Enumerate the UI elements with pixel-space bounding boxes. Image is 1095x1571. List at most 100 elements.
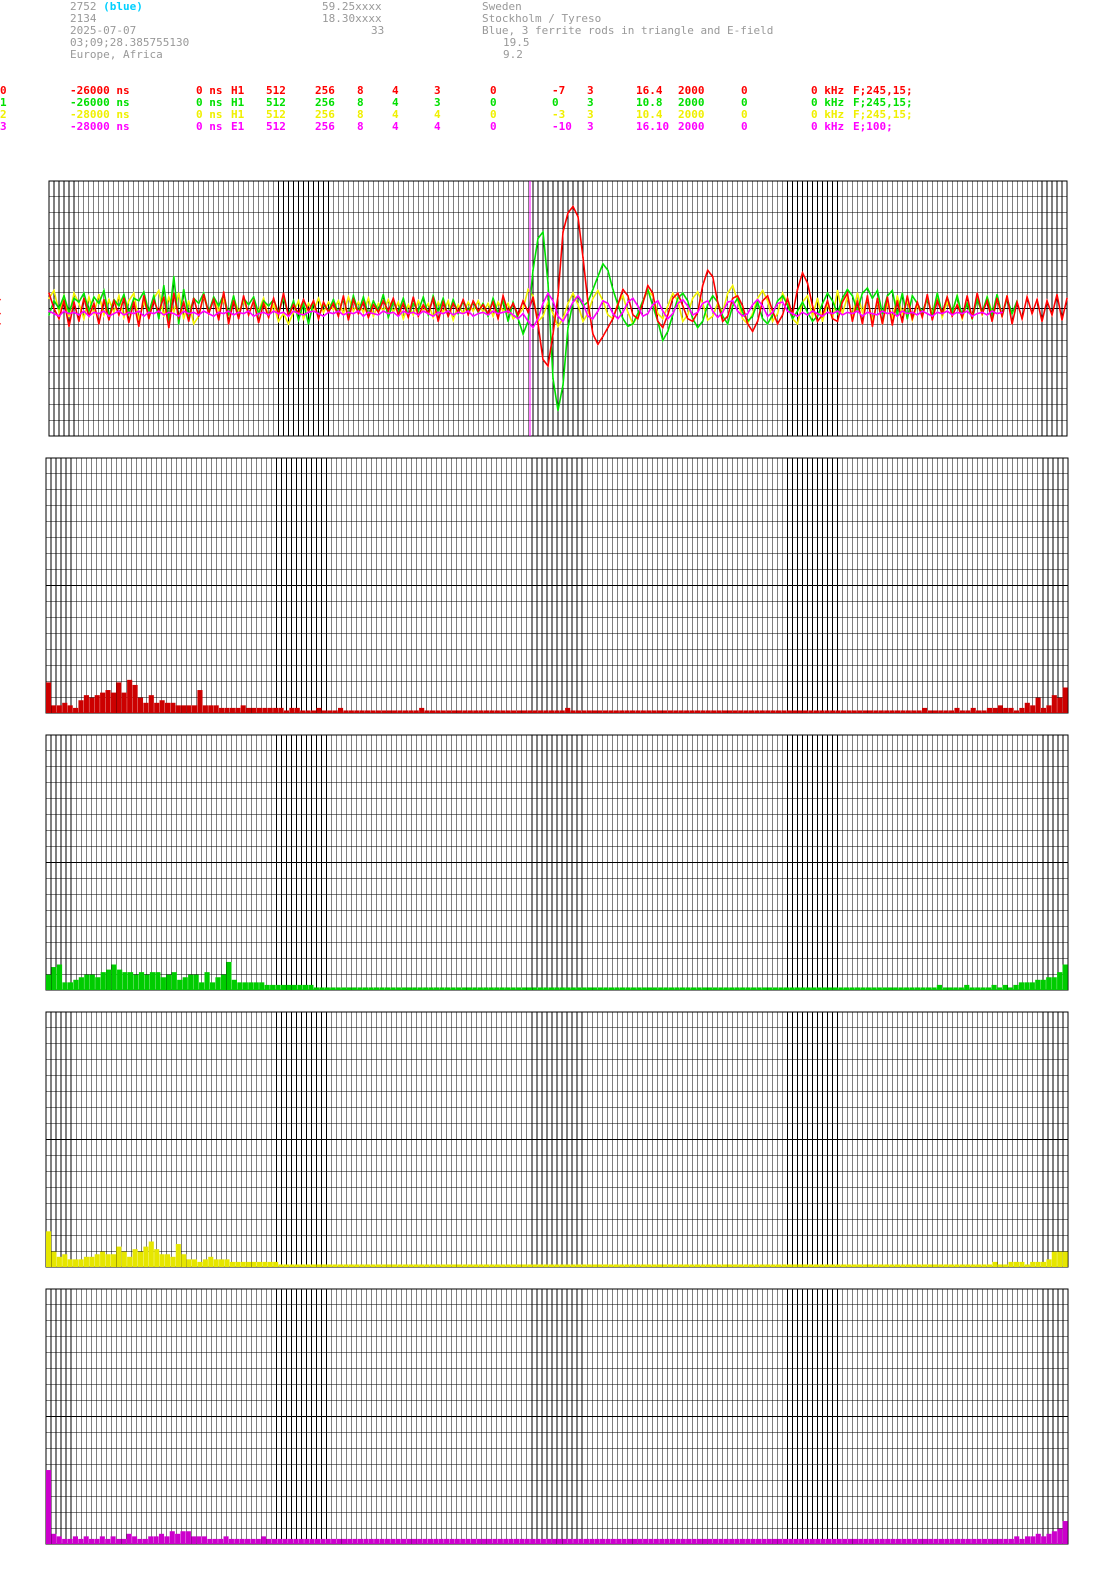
spectrum-bar [772, 1538, 778, 1544]
spectrum-bar [1007, 987, 1014, 990]
spectrum-bar [573, 1538, 579, 1544]
spectrum-bar [1051, 1531, 1057, 1544]
spectrum-bar [718, 1538, 724, 1544]
series-point [627, 295, 629, 297]
series-point [392, 297, 395, 300]
spectrum-bar [148, 1241, 154, 1267]
series-point [472, 310, 475, 312]
spectrum-bar [354, 710, 360, 713]
spectrum-bar [472, 987, 478, 990]
spectrum-bar [678, 710, 684, 713]
series-point [297, 319, 300, 321]
series-point [232, 300, 235, 302]
spectrum-bar [868, 1538, 875, 1544]
series-point [711, 275, 714, 278]
spectrum-bar [678, 1264, 684, 1267]
series-point [377, 314, 380, 316]
spectrum-bar [327, 710, 333, 713]
spectrum-bar [62, 982, 68, 990]
series-point [991, 310, 993, 312]
spectrum-bar [199, 982, 205, 990]
series-point [78, 314, 80, 316]
series-point [173, 292, 175, 294]
spectrum-bar [224, 707, 230, 713]
series-point [53, 307, 55, 310]
spectrum-bar [559, 1264, 565, 1267]
spectrum-bar [1035, 1533, 1041, 1544]
series-point [647, 284, 649, 287]
series-point [911, 311, 914, 314]
spectrum-bar [467, 1264, 473, 1267]
spectrum-bar [460, 1538, 466, 1544]
series-point [896, 300, 899, 302]
series-point [592, 333, 594, 335]
spectrum-bar [319, 987, 325, 990]
spectrum-bar [871, 987, 877, 990]
spectrum-bar [586, 710, 592, 713]
spectrum-bar [786, 710, 792, 713]
spectrum-bar [781, 1264, 787, 1267]
series-point [527, 288, 529, 291]
channel-h: 3 [587, 120, 594, 133]
series-point [477, 300, 480, 302]
series-point [382, 310, 385, 312]
spectrum-bar [653, 1538, 659, 1544]
spectrum-bar [721, 1264, 728, 1267]
series-point [387, 298, 390, 301]
series-point [287, 315, 290, 317]
series-point [706, 319, 709, 321]
series-point [766, 323, 769, 325]
series-point [477, 310, 480, 312]
series-point [93, 311, 95, 314]
spectrum-bar [842, 1538, 848, 1544]
series-point [881, 312, 884, 315]
spectrum-bar [836, 1538, 842, 1544]
spectrum-bar [537, 987, 544, 990]
series-point [667, 330, 669, 333]
series-point [177, 323, 180, 325]
series-point [821, 302, 824, 305]
spectrum-bar [813, 710, 819, 713]
series-point [362, 315, 365, 317]
spectrum-bar [947, 987, 953, 990]
spectrum-bar [300, 1264, 306, 1267]
station-region: Europe, Africa [70, 48, 163, 61]
spectrum-bar [925, 987, 932, 990]
spectrum-bar [745, 1538, 751, 1544]
series-point [302, 298, 305, 301]
series-point [108, 319, 110, 321]
spectrum-bar [594, 1538, 600, 1544]
spectrum-bar [879, 1538, 885, 1544]
spectrum-bar [89, 974, 95, 990]
series-point [936, 292, 939, 294]
series-point [322, 315, 325, 317]
spectrum-bar [122, 972, 128, 990]
series-point [452, 298, 455, 301]
series-point [227, 310, 230, 312]
series-point [726, 301, 729, 303]
series-point [202, 293, 205, 296]
spectrum-bar [776, 710, 782, 713]
spectrum-bar [613, 1264, 619, 1267]
spectrum-bar [689, 710, 695, 713]
series-point [192, 297, 195, 300]
spectrum-bar [446, 710, 452, 713]
spectrum-bar [219, 707, 225, 713]
spectrum-bar [727, 710, 733, 713]
series-point [716, 316, 719, 319]
series-point [422, 303, 425, 306]
spectrum-bar [288, 1538, 294, 1544]
station-alt: 33 [371, 24, 385, 37]
spectrum-bar [895, 1538, 901, 1544]
series-point [751, 330, 754, 333]
spectrum-bar [224, 1259, 230, 1267]
spectrum-bar [887, 987, 893, 990]
series-point [642, 302, 644, 305]
spectrum-bar [363, 1538, 369, 1544]
series-point [956, 295, 958, 297]
spectrum-plot-channel-3 [45, 1288, 1069, 1545]
series-point [73, 311, 75, 314]
series-point [881, 323, 884, 325]
series-point [741, 315, 744, 317]
series-point [542, 231, 544, 233]
